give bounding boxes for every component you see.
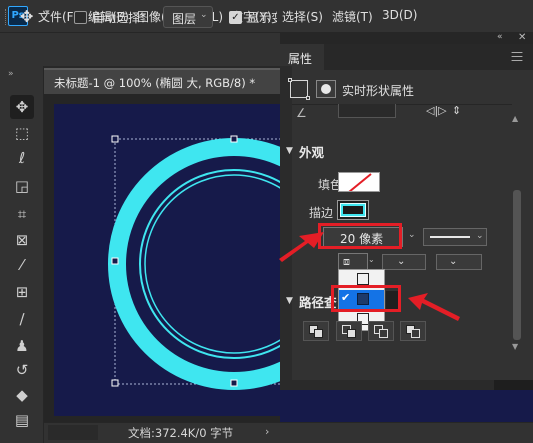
panel-menu-icon[interactable]: — — — (511, 46, 523, 66)
move-tool-icon[interactable]: ✥ (20, 7, 42, 27)
menu-filter[interactable]: 滤镜(T) (332, 8, 373, 25)
canvas-right-area (280, 390, 533, 422)
solid-line-icon (430, 236, 470, 238)
gradient-tool-icon[interactable]: ▤ (10, 408, 34, 432)
brush-tool-icon[interactable]: ∕ (10, 307, 34, 331)
ellipse-shape[interactable] (54, 104, 314, 416)
arrow-icon (279, 232, 324, 262)
shape-transform-icon-corner (306, 96, 310, 100)
stroke-color-preview (341, 204, 365, 216)
status-bar (44, 422, 533, 443)
auto-select-label: 自动选择： (92, 11, 153, 25)
subtract-icon (347, 329, 356, 338)
show-transform-checkbox[interactable]: ✓ (229, 11, 242, 24)
stroke-corner-dropdown[interactable]: ⌄ (436, 254, 482, 270)
history-brush-tool-icon[interactable]: ↺ (10, 358, 34, 382)
stroke-cap-dropdown[interactable]: ⌄ (382, 254, 426, 270)
subtract-shapes-button[interactable] (336, 321, 362, 341)
menu-3d[interactable]: 3D(D) (382, 8, 417, 22)
no-fill-icon (348, 173, 372, 191)
scroll-up-icon[interactable]: ▲ (512, 114, 518, 123)
options-bar-grip[interactable] (5, 9, 8, 25)
collapse-toolbar-icon[interactable]: » (8, 69, 13, 79)
combine-icon (314, 329, 323, 338)
exclude-icon (411, 329, 420, 338)
panel-dock-header (280, 32, 533, 44)
divider (292, 104, 512, 105)
transform-handle[interactable] (230, 379, 238, 387)
appearance-section-title[interactable]: 外观 (299, 142, 324, 161)
scroll-down-icon[interactable]: ▼ (512, 342, 518, 351)
frame-tool-icon[interactable]: ⊠ (10, 228, 34, 252)
angle-icon: ∠ (296, 106, 307, 120)
flip-vertical-icon[interactable]: ⇕ (452, 104, 461, 117)
healing-tool-icon[interactable]: ⊞ (10, 280, 34, 304)
panel-footer-corner (494, 380, 533, 390)
crop-tool-icon[interactable]: ⌗ (10, 202, 34, 226)
chevron-down-icon[interactable]: ▼ (286, 146, 293, 156)
document-size-status: 文档:372.4K/0 字节 (128, 426, 234, 440)
lasso-tool-icon[interactable]: ℓ (10, 146, 34, 170)
align-inside-icon (357, 273, 369, 285)
transform-handle[interactable] (111, 379, 119, 387)
flip-horizontal-icon[interactable]: ◁|▷ (426, 104, 447, 117)
stamp-tool-icon[interactable]: ♟ (10, 334, 34, 358)
object-select-tool-icon[interactable]: ◲ (10, 174, 34, 198)
mask-icon-dot (321, 84, 331, 94)
transform-handle[interactable] (230, 135, 238, 143)
panel-left-gutter (280, 66, 292, 390)
close-icon[interactable]: ✕ (518, 32, 526, 43)
exclude-shapes-button[interactable] (400, 321, 426, 341)
eraser-tool-icon[interactable]: ◆ (10, 383, 34, 407)
stroke-align-dropdown[interactable]: ⧈ (338, 253, 368, 270)
transform-handle[interactable] (111, 257, 119, 265)
move-tool-icon[interactable]: ✥ (10, 95, 34, 119)
shape-transform-icon-corner (288, 78, 292, 82)
align-option-highlight (331, 285, 401, 312)
chevron-down-icon: ⌄ (368, 255, 375, 264)
chevron-down-icon: ⌄ (476, 231, 484, 241)
chevron-right-icon[interactable]: › (265, 425, 269, 438)
zoom-field[interactable] (48, 425, 98, 440)
collapse-panel-icon[interactable]: « (497, 32, 502, 42)
intersect-icon (379, 329, 388, 338)
transform-handle[interactable] (111, 135, 119, 143)
auto-select-checkbox[interactable] (74, 11, 87, 24)
stroke-label: 描边 (309, 206, 334, 220)
chevron-down-icon[interactable]: ▼ (286, 296, 293, 306)
eyedropper-tool-icon[interactable]: ⁄ (10, 253, 34, 277)
document-tab[interactable]: 未标题-1 @ 100% (椭圆 大, RGB/8) * (44, 68, 280, 94)
live-shape-properties-label: 实时形状属性 (342, 84, 415, 98)
show-transform-label: 显示变 (247, 11, 277, 25)
menu-select[interactable]: 选择(S) (282, 8, 323, 25)
fill-color-swatch[interactable] (338, 172, 380, 192)
stroke-width-highlight (318, 223, 402, 249)
tool-preset-arrow-icon[interactable]: ▾ (45, 8, 50, 18)
scrollbar-thumb[interactable] (513, 190, 521, 340)
marquee-tool-icon[interactable]: ⬚ (10, 121, 34, 145)
intersect-shapes-button[interactable] (368, 321, 394, 341)
arrow-icon (408, 293, 460, 321)
chevron-down-icon[interactable]: ⌄ (408, 230, 416, 240)
chevron-down-icon: ⌄ (200, 10, 208, 20)
angle-input[interactable] (338, 104, 396, 118)
combine-shapes-button[interactable] (303, 321, 329, 341)
